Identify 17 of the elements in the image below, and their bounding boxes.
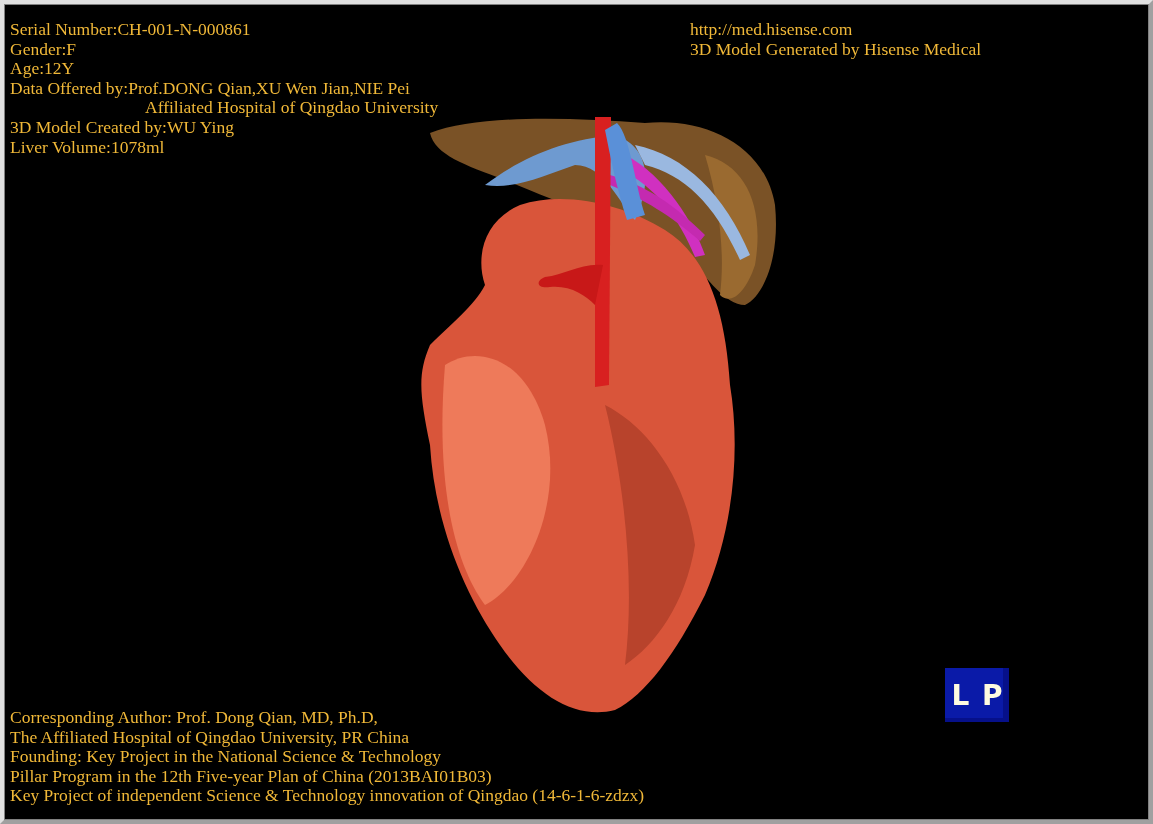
info-text: 3D Model Created by:WU Ying (10, 117, 234, 138)
info-text: Corresponding Author: Prof. Dong Qian, MD, Ph.D, (10, 708, 378, 728)
orientation-label: P (982, 678, 1003, 712)
info-text: Data Offered by:Prof.DONG Qian,XU Wen Jian,NIE Pei (10, 78, 410, 99)
info-text: Affiliated Hospital of Qingdao University (145, 98, 439, 118)
info-text: The Affiliated Hospital of Qingdao University, PR China (10, 727, 410, 748)
info-text: Pillar Program in the 12th Five-year Plan of China (2013BAI01B03) (10, 766, 492, 787)
info-text: Serial Number:CH-001-N-000861 (10, 20, 251, 40)
info-text: Founding: Key Project in the National Science & Technology (10, 747, 441, 767)
info-text: Gender:F (10, 39, 77, 60)
info-text: http://med.hisense.com (690, 20, 853, 40)
info-text: Age:12Y (10, 59, 75, 79)
info-text: Key Project of independent Science & Technology innovation of Qingdao (14-6-1-6-zdzx) (10, 786, 645, 806)
info-text: 3D Model Generated by Hisense Medical (690, 39, 982, 60)
info-text: Liver Volume:1078ml (10, 137, 165, 158)
orientation-cube[interactable]: L P (945, 668, 1009, 722)
orientation-label: L (951, 678, 970, 712)
